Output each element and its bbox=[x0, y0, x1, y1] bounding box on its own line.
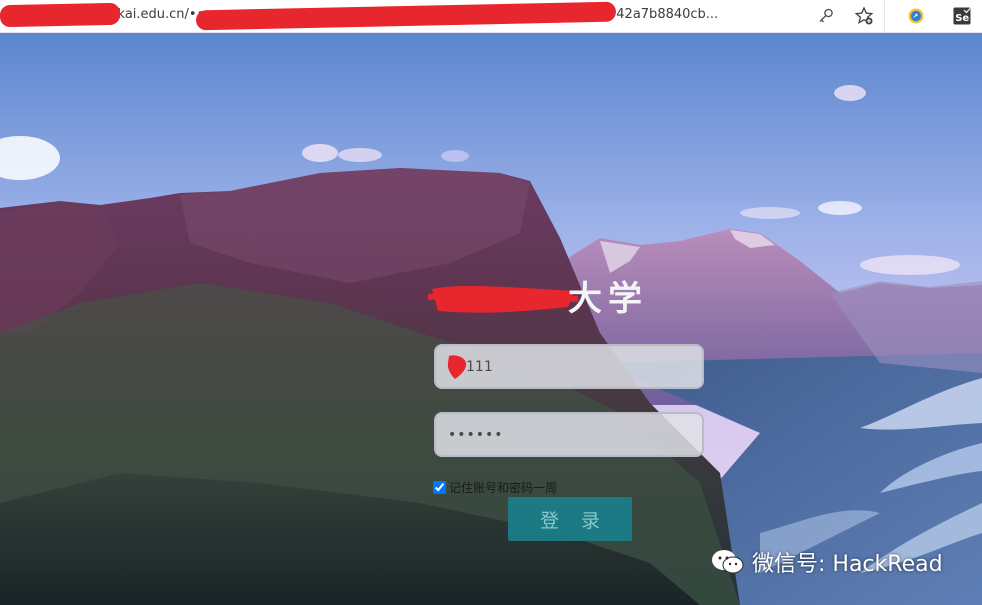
remember-me-checkbox[interactable] bbox=[433, 480, 446, 494]
browser-address-bar: https://•••••.nankai.edu.cn/••••••••••••… bbox=[0, 0, 982, 33]
browser-extension-icon[interactable] bbox=[906, 6, 926, 26]
login-background-landscape bbox=[0, 33, 982, 605]
password-input[interactable] bbox=[434, 412, 704, 457]
school-name-title: 大学 bbox=[568, 279, 648, 319]
url-redaction-middle bbox=[195, 1, 617, 31]
svg-text:Se: Se bbox=[955, 13, 969, 24]
toolbar-separator bbox=[884, 0, 885, 33]
wechat-icon bbox=[712, 550, 744, 574]
mountain-landscape-image bbox=[0, 33, 982, 605]
selenium-icon[interactable]: Se bbox=[952, 6, 972, 26]
username-redaction bbox=[447, 355, 467, 379]
favorites-star-icon[interactable] bbox=[854, 6, 874, 26]
login-button[interactable]: 登 录 bbox=[508, 497, 632, 541]
remember-me-label: 记住账号和密码一周 bbox=[449, 480, 558, 495]
school-name-redaction bbox=[428, 285, 578, 313]
remember-me-row[interactable]: 记住账号和密码一周 bbox=[433, 478, 557, 496]
username-input[interactable] bbox=[434, 344, 704, 389]
watermark-text: 微信号: HackRead bbox=[752, 552, 943, 577]
url-redaction-left bbox=[0, 2, 121, 28]
key-icon[interactable] bbox=[816, 6, 836, 26]
wechat-watermark: 微信号: HackRead bbox=[710, 546, 943, 578]
